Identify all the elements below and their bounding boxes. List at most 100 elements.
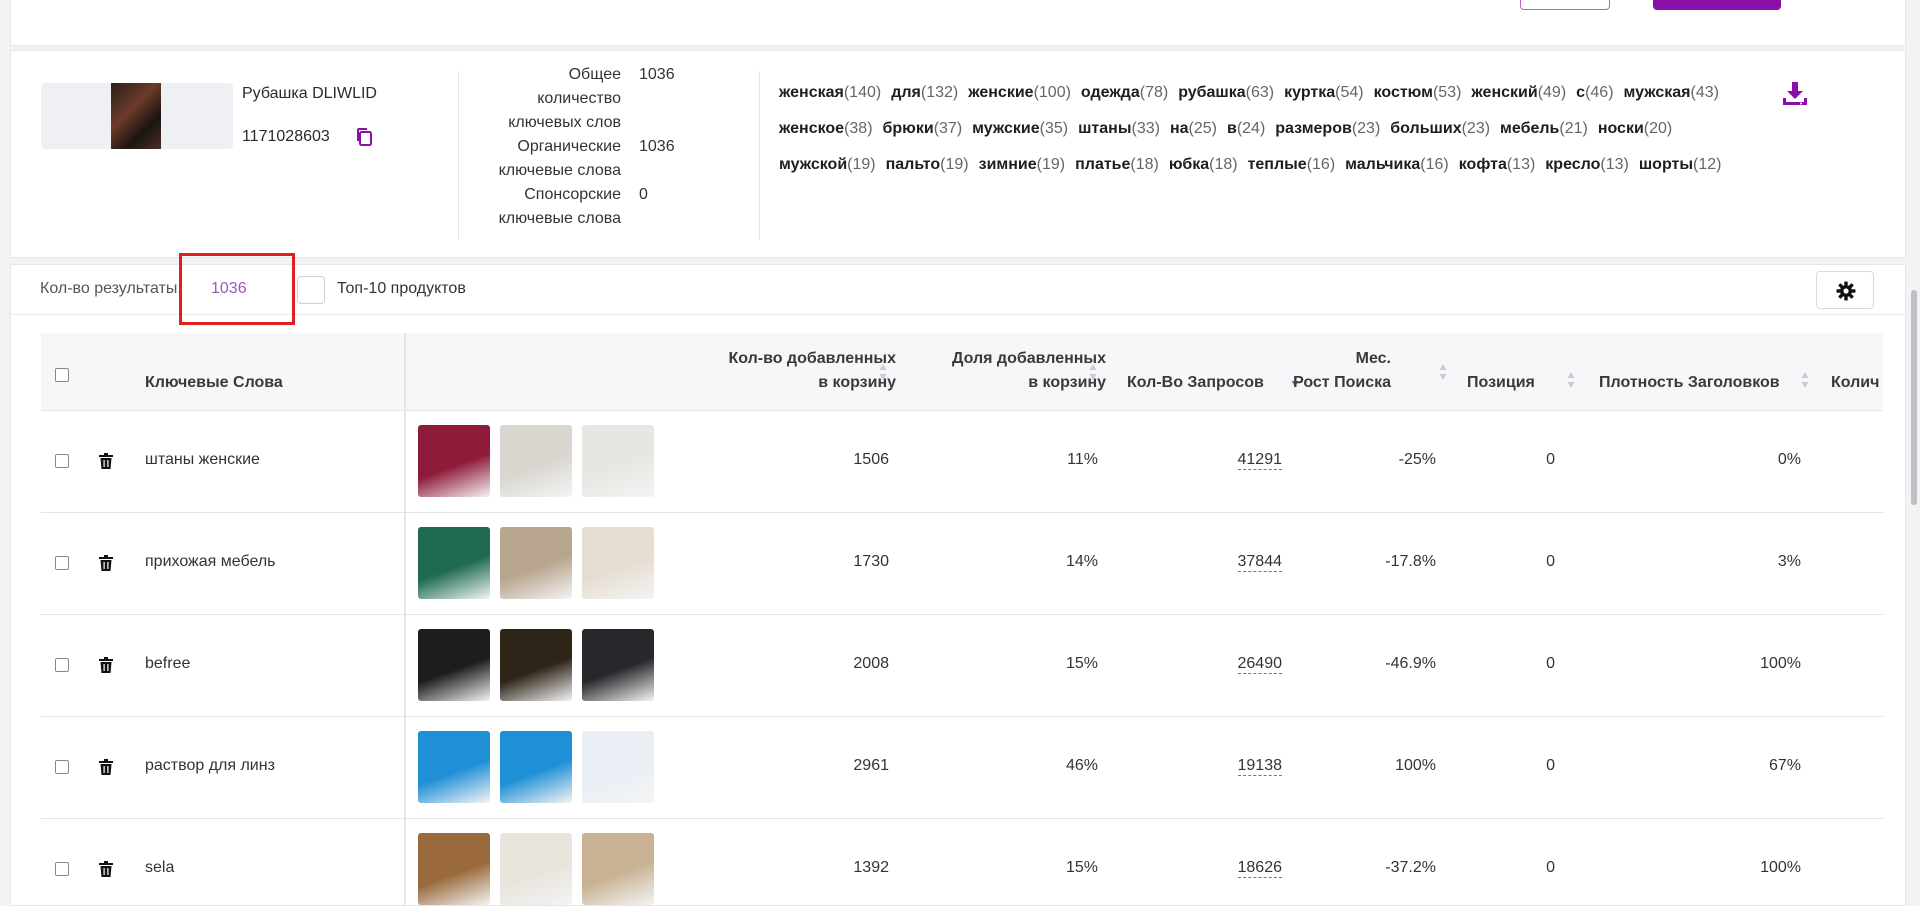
row-checkbox[interactable] [55,454,69,468]
header-cart-share-line1[interactable]: Доля добавленных [836,347,1106,371]
keyword-chip[interactable]: с(46) [1576,75,1613,111]
table-row[interactable]: штаны женские 1506 11% 41291 -25% 0 0% [41,411,1883,513]
keyword-chip[interactable]: носки(20) [1598,111,1672,147]
keyword-chip[interactable]: брюки(37) [883,111,963,147]
download-icon[interactable] [1781,80,1809,108]
keyword-chip[interactable]: мужские(35) [972,111,1068,147]
keyword-chip[interactable]: в(24) [1227,111,1265,147]
keyword-word: платье [1075,156,1131,173]
sort-icon[interactable] [1439,363,1447,381]
keyword-word: кресло [1545,156,1601,173]
row-checkbox[interactable] [55,556,69,570]
keyword-chip[interactable]: куртка(54) [1284,75,1363,111]
product-thumbnail[interactable] [582,731,654,803]
keyword-chip[interactable]: для(132) [891,75,958,111]
keyword-chip[interactable]: шорты(12) [1639,147,1722,183]
requests-link[interactable]: 26490 [1237,655,1282,674]
keyword-count: (54) [1335,84,1364,101]
copy-icon[interactable] [355,127,373,147]
keyword-chip[interactable]: мужская(43) [1624,75,1719,111]
keyword-chip[interactable]: на(25) [1170,111,1217,147]
keyword-word: в [1226,120,1237,137]
secondary-button[interactable] [1520,0,1610,10]
header-position[interactable]: Позиция [1467,371,1535,395]
trash-icon[interactable] [99,759,113,775]
product-thumbnail[interactable] [500,833,572,905]
header-growth-line1[interactable]: Мес. [1121,347,1391,371]
highlight-box [179,253,295,325]
header-keywords[interactable]: Ключевые Слова [145,371,283,395]
product-thumbnail[interactable] [418,425,490,497]
header-more[interactable]: Колич [1831,371,1879,395]
keyword-chip[interactable]: кофта(13) [1459,147,1536,183]
keyword-chip[interactable]: мальчика(16) [1345,147,1449,183]
keyword-chip[interactable]: пальто(19) [886,147,969,183]
table-row[interactable]: befree 2008 15% 26490 -46.9% 0 100% [41,615,1883,717]
product-thumbnail[interactable] [582,833,654,905]
requests-link[interactable]: 18626 [1237,859,1282,878]
keyword-chip[interactable]: мебель(21) [1500,111,1588,147]
scrollbar[interactable] [1911,290,1917,505]
keyword-chip[interactable]: рубашка(63) [1178,75,1274,111]
sort-icon[interactable] [1567,371,1575,389]
product-thumbnail[interactable] [500,629,572,701]
table-row[interactable]: прихожая мебель 1730 14% 37844 -17.8% 0 3% [41,513,1883,615]
row-checkbox[interactable] [55,760,69,774]
keyword-chip[interactable]: женские(100) [968,75,1071,111]
table-row[interactable]: раствор для линз 2961 46% 19138 100% 0 67% [41,717,1883,819]
keyword-chip[interactable]: платье(18) [1075,147,1159,183]
product-thumbnail[interactable] [418,833,490,905]
keyword-count: (19) [1036,156,1066,173]
product-thumbnail[interactable] [500,527,572,599]
keyword-chip[interactable]: юбка(18) [1169,147,1238,183]
product-thumbnail[interactable] [418,527,490,599]
header-cart-share-line2[interactable]: в корзину [836,371,1106,395]
select-all-checkbox[interactable] [55,368,69,382]
product-thumbnail[interactable] [418,731,490,803]
sort-icon[interactable] [1089,363,1097,381]
stat-label-line: Органические [517,138,621,155]
requests-link[interactable]: 41291 [1237,451,1282,470]
keyword-chip[interactable]: костюм(53) [1374,75,1462,111]
trash-icon[interactable] [99,453,113,469]
keyword-count: (23) [1351,120,1381,137]
product-thumbnail[interactable] [582,527,654,599]
keyword-chip[interactable]: зимние(19) [979,147,1065,183]
row-checkbox[interactable] [55,862,69,876]
product-thumbnail[interactable] [582,425,654,497]
keyword-chip[interactable]: женский(49) [1471,75,1566,111]
keyword-chip[interactable]: теплые(16) [1248,147,1336,183]
product-thumbnail[interactable] [418,629,490,701]
cart-count-cell: 1506 [853,451,889,468]
product-thumbnail[interactable] [582,629,654,701]
cart-share-cell: 14% [1065,553,1098,570]
keyword-count: (20) [1643,120,1673,137]
table-row[interactable]: sela 1392 15% 18626 -37.2% 0 100% [41,819,1883,906]
keyword-chip[interactable]: женская(140) [779,75,881,111]
keyword-count: (23) [1461,120,1491,137]
growth-cell: 100% [1395,757,1436,774]
row-checkbox[interactable] [55,658,69,672]
requests-link[interactable]: 37844 [1237,553,1282,572]
keyword-chip[interactable]: одежда(78) [1081,75,1168,111]
keyword-chip[interactable]: размеров(23) [1275,111,1380,147]
top10-checkbox[interactable] [297,276,325,304]
trash-icon[interactable] [99,861,113,877]
requests-link[interactable]: 19138 [1237,757,1282,776]
keyword-count: (46) [1585,84,1614,101]
product-thumbnail[interactable] [500,731,572,803]
product-thumbnail[interactable] [500,425,572,497]
keyword-chip[interactable]: женское(38) [779,111,873,147]
trash-icon[interactable] [99,657,113,673]
keyword-chip[interactable]: больших(23) [1390,111,1490,147]
keyword-chip[interactable]: штаны(33) [1078,111,1160,147]
trash-icon[interactable] [99,555,113,571]
keyword-count: (24) [1236,120,1266,137]
header-title-density[interactable]: Плотность Заголовков [1599,371,1780,395]
header-growth-line2[interactable]: Рост Поиска [1121,371,1391,395]
keyword-chip[interactable]: мужской(19) [779,147,876,183]
sort-icon[interactable] [1801,371,1809,389]
settings-button[interactable] [1816,271,1874,309]
primary-button[interactable] [1653,0,1781,10]
keyword-chip[interactable]: кресло(13) [1545,147,1629,183]
